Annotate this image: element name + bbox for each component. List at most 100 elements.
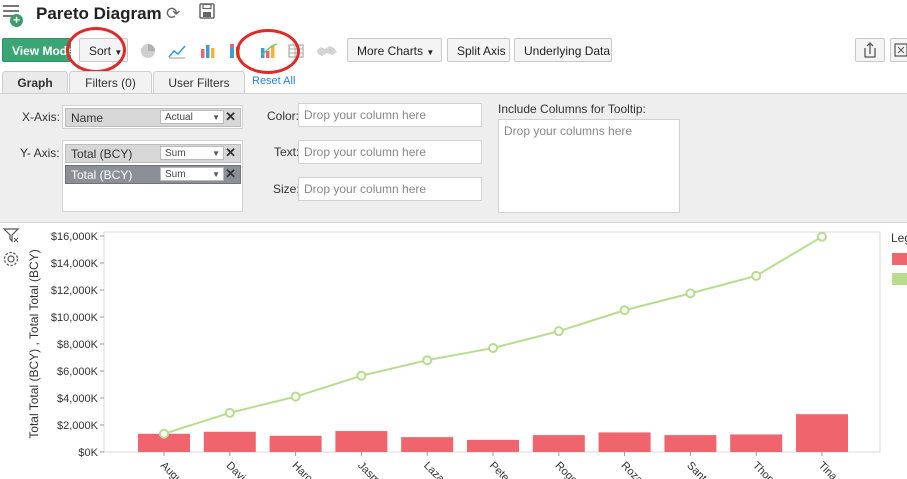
legend-title: Leg (891, 231, 907, 245)
bar (269, 435, 322, 452)
x-tick-label: Roge (553, 460, 580, 479)
bar (203, 431, 256, 452)
y-tick-label: $14,000K (51, 258, 99, 270)
page-title: Pareto Diagram (36, 4, 162, 23)
split-axis-button[interactable]: Split Axis (447, 38, 510, 62)
sort-highlight-circle (66, 27, 126, 73)
x-tick-label: Pete (487, 460, 511, 479)
map-chart-icon[interactable] (316, 43, 338, 59)
aggregate-select[interactable]: Sum ▼ (160, 146, 224, 160)
aggregate-select[interactable]: Actual ▼ (160, 110, 224, 124)
x-tick-label: Thon (750, 460, 776, 479)
y-tick-label: $0K (78, 447, 98, 459)
y-axis-title: Total Total (BCY) , Total Total (BCY) (27, 249, 41, 438)
y-tick-label: $2,000K (57, 420, 99, 432)
tab-filters[interactable]: Filters (0) (69, 71, 152, 93)
x-tick-label: Laza (421, 460, 447, 479)
x-tick-label: Davi (224, 460, 248, 479)
chevron-down-icon: ▼ (426, 48, 435, 57)
size-dropzone[interactable]: Drop your column here (298, 177, 482, 201)
field-name: Total (BCY) (71, 168, 133, 182)
pareto-chart: $0K $2,000K $4,000K $6,000K $8,000K $10,000K $… (27, 231, 907, 479)
aggregate-value: Sum (165, 169, 186, 180)
bar (335, 431, 388, 452)
underlying-data-button[interactable]: Underlying Data (514, 38, 612, 62)
line-point (685, 288, 696, 299)
close-editor-button[interactable] (890, 38, 907, 62)
refresh-icon[interactable]: ⟳ (166, 4, 180, 24)
y-tick-label: $4,000K (57, 393, 99, 405)
line-point (422, 355, 433, 366)
y-tick-label: $16,000K (51, 231, 99, 243)
line-point (817, 231, 827, 242)
x-tick-label: Tina (816, 460, 840, 479)
field-name: Name (71, 111, 104, 125)
y-tick-label: $12,000K (51, 285, 99, 297)
more-charts-button[interactable]: More Charts ▼ (347, 38, 442, 62)
line-point (553, 326, 564, 337)
tab-graph[interactable]: Graph (2, 71, 68, 93)
x-axis-dropbox[interactable]: Name Actual ▼ ✕ (62, 105, 243, 129)
x-axis-field[interactable]: Name Actual ▼ ✕ (65, 108, 241, 127)
line-point (159, 428, 169, 439)
close-icon (894, 43, 907, 57)
x-axis-label: X-Axis: (22, 110, 61, 124)
tooltip-label: Include Columns for Tooltip: (498, 102, 646, 116)
remove-field-icon[interactable]: ✕ (225, 109, 236, 125)
remove-field-icon[interactable]: ✕ (225, 145, 236, 161)
field-name: Total (BCY) (71, 147, 133, 161)
text-label: Text: (274, 145, 300, 159)
menu-icon[interactable]: + (3, 5, 23, 27)
bar (401, 437, 454, 452)
y-axis-label: Y- Axis: (20, 146, 60, 160)
line-chart-icon[interactable] (168, 43, 186, 59)
title-bar: + Pareto Diagram ⟳ (0, 0, 907, 30)
aggregate-value: Sum (165, 148, 186, 159)
plot-area (103, 231, 881, 453)
bar (532, 435, 585, 452)
y-tick-label: $10,000K (51, 312, 99, 324)
chevron-down-icon: ▼ (212, 170, 220, 179)
x-tick-label: Augu (158, 460, 185, 479)
line-point (619, 305, 630, 316)
line-point (488, 343, 498, 354)
tooltip-dropzone[interactable]: Drop your columns here (498, 119, 680, 213)
remove-field-icon[interactable]: ✕ (225, 166, 236, 182)
color-label: Color: (267, 109, 300, 123)
chevron-down-icon: ▼ (212, 149, 220, 158)
bar (796, 414, 848, 452)
line-point (290, 391, 301, 402)
tab-bar: Graph Filters (0) User Filters (0, 69, 907, 94)
x-tick-label: Jasm (355, 460, 382, 479)
color-dropzone[interactable]: Drop your column here (298, 103, 482, 127)
bar (730, 434, 783, 452)
y-tick-label: $6,000K (57, 366, 99, 378)
toolbar: View Mode Sort ▼ More Charts ▼ Split Axi… (0, 27, 907, 74)
tab-user-filters[interactable]: User Filters (153, 71, 245, 93)
y-axis-dropbox[interactable]: Total (BCY) Sum ▼ ✕ Total (BCY) Sum ▼ ✕ (62, 140, 243, 212)
more-charts-label: More Charts (357, 44, 424, 58)
save-icon[interactable] (199, 3, 215, 24)
pie-chart-icon[interactable] (139, 43, 157, 59)
bar (467, 439, 519, 452)
aggregate-select[interactable]: Sum ▼ (160, 167, 224, 181)
bar (664, 435, 717, 452)
size-label: Size: (273, 182, 300, 196)
x-tick-label: Sant (684, 460, 708, 479)
y-axis-field[interactable]: Total (BCY) Sum ▼ ✕ (65, 144, 241, 163)
aggregate-value: Actual (165, 112, 193, 123)
y-axis-field-selected[interactable]: Total (BCY) Sum ▼ ✕ (65, 165, 241, 184)
design-panel: X-Axis: Name Actual ▼ ✕ Y- Axis: Total (B… (0, 94, 907, 223)
share-icon (864, 42, 876, 58)
line-point (751, 270, 762, 281)
export-button[interactable] (855, 38, 885, 62)
bar-chart-icon[interactable] (200, 43, 218, 59)
line-point (224, 407, 235, 418)
reset-all-link[interactable]: Reset All (252, 75, 295, 87)
view-mode-button[interactable]: View Mode (2, 38, 74, 62)
pareto-highlight-circle (236, 29, 300, 74)
text-dropzone[interactable]: Drop your column here (298, 140, 482, 164)
legend-swatch (892, 273, 907, 285)
bar (598, 432, 651, 452)
y-tick-label: $8,000K (57, 339, 99, 351)
